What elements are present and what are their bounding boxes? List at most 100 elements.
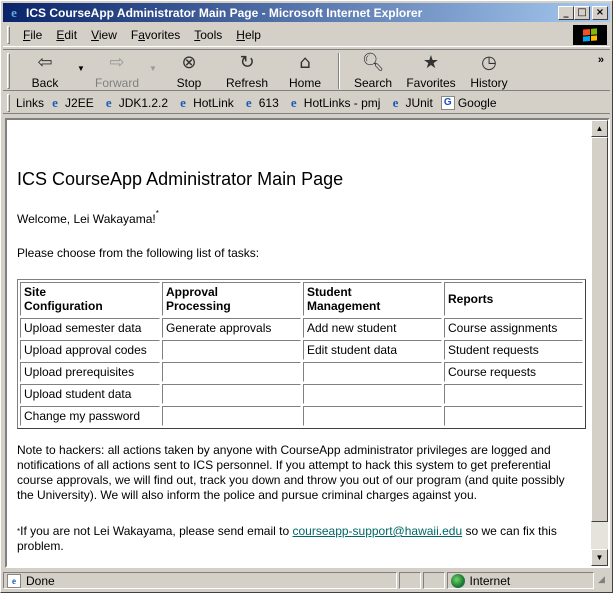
table-row: Upload prerequisites Course requests (20, 362, 583, 382)
windows-logo-icon (573, 25, 607, 45)
menu-help-key: H (236, 27, 245, 42)
menu-help[interactable]: Help (229, 28, 268, 42)
forward-button[interactable]: ⇨ Forward (88, 50, 146, 90)
stop-button[interactable]: ⊗ Stop (160, 50, 218, 90)
task-student-requests[interactable]: Student requests (444, 340, 583, 360)
task-upload-student-data[interactable]: Upload student data (20, 384, 160, 404)
internet-globe-icon (450, 573, 465, 588)
menu-favorites-rest: vorites (144, 27, 181, 42)
toolbar-overflow-chevron[interactable]: » (598, 54, 604, 66)
table-header-row: Site Configuration Approval Processing Stu… (20, 282, 583, 316)
refresh-label: Refresh (225, 76, 269, 90)
menu-file[interactable]: File (16, 28, 49, 42)
task-course-assignments[interactable]: Course assignments (444, 318, 583, 338)
header-line: Approval (166, 285, 219, 299)
back-dropdown-button[interactable]: ▼ (74, 50, 88, 90)
task-upload-semester-data[interactable]: Upload semester data (20, 318, 160, 338)
empty-cell (444, 406, 583, 426)
empty-cell (162, 384, 301, 404)
support-email-link[interactable]: courseapp-support@hawaii.edu (293, 524, 463, 538)
page-done-icon: e (7, 573, 21, 588)
scroll-thumb[interactable] (591, 137, 608, 522)
link-text: HotLinks - pmj (303, 95, 381, 110)
resize-grip-icon[interactable]: ◢ (598, 575, 610, 587)
status-pane-progress (398, 572, 421, 589)
table-row: Upload student data (20, 384, 583, 404)
task-generate-approvals[interactable]: Generate approvals (162, 318, 301, 338)
close-button[interactable]: × (592, 5, 608, 20)
forward-dropdown-button[interactable]: ▼ (146, 50, 160, 90)
link-google[interactable]: G Google (440, 95, 497, 110)
link-hotlink[interactable]: e HotLink (176, 95, 234, 110)
task-prompt: Please choose from the following list of… (17, 246, 260, 260)
links-grip[interactable] (7, 93, 10, 112)
task-add-new-student[interactable]: Add new student (303, 318, 442, 338)
maximize-button[interactable]: □ (574, 5, 590, 20)
home-button[interactable]: ⌂ Home (276, 50, 334, 90)
menu-view[interactable]: View (84, 28, 124, 42)
page-viewport: ICS CourseApp Administrator Main Page We… (5, 118, 610, 568)
task-upload-prerequisites[interactable]: Upload prerequisites (20, 362, 160, 382)
link-text: Google (457, 95, 497, 110)
menu-help-rest: elp (244, 27, 261, 42)
task-course-requests[interactable]: Course requests (444, 362, 583, 382)
favorites-button[interactable]: ★ Favorites (402, 50, 460, 90)
ie-page-icon: e (105, 94, 112, 110)
link-613[interactable]: e 613 (242, 94, 279, 110)
menu-favorites[interactable]: Favorites (124, 28, 187, 42)
status-main-pane: e Done (3, 572, 397, 589)
status-text: Done (26, 573, 55, 588)
search-label: Search (353, 76, 393, 90)
home-icon: ⌂ (299, 52, 311, 73)
empty-cell (162, 406, 301, 426)
link-hotlinks-pmj[interactable]: e HotLinks - pmj (287, 95, 381, 110)
flag-green (590, 28, 597, 35)
windows-flag-icon (583, 28, 597, 42)
history-icon: ◷ (481, 52, 497, 73)
link-jdk[interactable]: e JDK1.2.2 (102, 94, 169, 110)
link-junit[interactable]: e JUnit (388, 95, 433, 110)
refresh-button[interactable]: ↻ Refresh (218, 50, 276, 90)
footnote: *If you are not Lei Wakayama, please sen… (17, 524, 583, 554)
window-title: ICS CourseApp Administrator Main Page - … (26, 5, 423, 20)
link-text: 613 (258, 95, 279, 110)
refresh-icon: ↻ (239, 52, 255, 73)
footnote-text: If you are not Lei Wakayama, please send… (20, 524, 293, 538)
menu-grip[interactable] (7, 25, 10, 44)
flag-red (583, 29, 590, 36)
search-button[interactable]: 🔍︎ Search (344, 50, 402, 90)
toolbar-grip[interactable] (7, 53, 10, 89)
back-button[interactable]: ⇦ Back (16, 50, 74, 90)
empty-cell (303, 362, 442, 382)
menu-edit[interactable]: Edit (49, 28, 84, 42)
stop-label: Stop (176, 76, 202, 90)
google-icon: G (440, 95, 455, 110)
link-text: J2EE (65, 95, 94, 110)
status-bar: e Done Internet ◢ (3, 571, 610, 590)
status-pane-lock (422, 572, 445, 589)
ie-page-icon: e (245, 94, 252, 110)
header-reports: Reports (444, 282, 583, 316)
scroll-down-button[interactable]: ▼ (591, 549, 608, 566)
link-j2ee[interactable]: e J2EE (48, 95, 94, 110)
tasks-table: Site Configuration Approval Processing Stu… (17, 279, 586, 429)
table-row: Change my password (20, 406, 583, 426)
header-line: Student (307, 285, 352, 299)
title-bar[interactable]: e ICS CourseApp Administrator Main Page … (3, 3, 610, 22)
minimize-button[interactable]: _ (558, 5, 574, 20)
vertical-scrollbar[interactable]: ▲ ▼ (591, 120, 608, 566)
task-change-my-password[interactable]: Change my password (20, 406, 160, 426)
favorites-label: Favorites (406, 76, 456, 90)
browser-window: e ICS CourseApp Administrator Main Page … (0, 0, 613, 593)
header-line: Processing (166, 299, 231, 313)
table-row: Upload approval codes Edit student data … (20, 340, 583, 360)
scroll-up-button[interactable]: ▲ (591, 120, 608, 137)
task-upload-approval-codes[interactable]: Upload approval codes (20, 340, 160, 360)
flag-blue (583, 35, 590, 42)
task-edit-student-data[interactable]: Edit student data (303, 340, 442, 360)
link-text: JDK1.2.2 (118, 95, 169, 110)
history-button[interactable]: ◷ History (460, 50, 518, 90)
menu-view-key: V (91, 27, 99, 42)
menu-tools[interactable]: Tools (187, 28, 229, 42)
link-text: JUnit (405, 95, 433, 110)
